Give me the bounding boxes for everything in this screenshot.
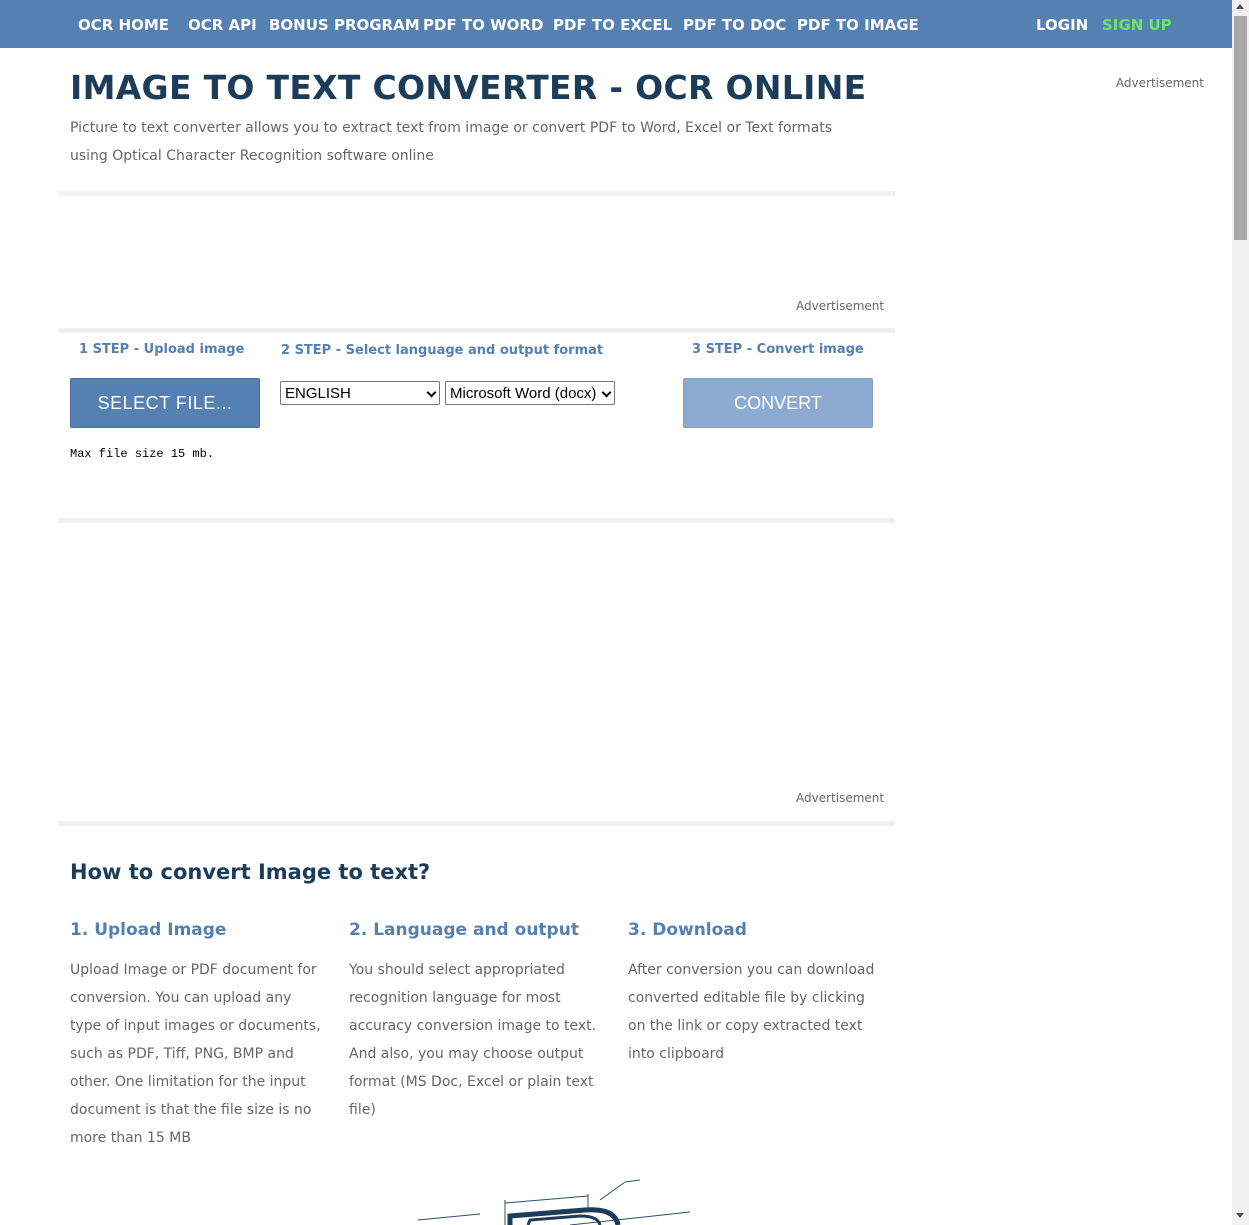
howto-step3-title: 3. Download <box>628 920 747 940</box>
chevron-down-icon <box>426 387 437 398</box>
divider <box>58 191 895 196</box>
nav-pdf-to-excel[interactable]: PDF TO EXCEL <box>553 16 672 34</box>
howto-step2-title: 2. Language and output <box>349 920 579 940</box>
language-select[interactable]: ENGLISH <box>280 381 440 405</box>
top-ad-label: Advertisement <box>796 299 885 313</box>
nav-ocr-api[interactable]: OCR API <box>188 16 257 34</box>
howto-step2-text: You should select appropriated recogniti… <box>349 962 597 1118</box>
divider <box>58 328 895 333</box>
nav-bonus-program[interactable]: BONUS PROGRAM <box>269 16 420 34</box>
output-format-select[interactable]: Microsoft Word (docx) <box>445 381 615 405</box>
howto-step1-title: 1. Upload Image <box>70 920 227 940</box>
signup-link[interactable]: SIGN UP <box>1102 16 1172 34</box>
howto-step1-text: Upload Image or PDF document for convers… <box>70 962 321 1146</box>
vertical-scrollbar[interactable] <box>1232 0 1249 1225</box>
nav-pdf-to-word[interactable]: PDF TO WORD <box>423 16 543 34</box>
select-file-label: SELECT FILE... <box>97 392 233 413</box>
nav-ocr-home[interactable]: OCR HOME <box>78 16 169 34</box>
side-ad-label: Advertisement <box>1115 76 1204 90</box>
scrollbar-thumb[interactable] <box>1234 16 1247 240</box>
howto-title: How to convert Image to text? <box>70 860 431 884</box>
output-format-value: Microsoft Word (docx) <box>450 384 597 402</box>
scroll-down-arrow-icon[interactable] <box>1236 1213 1244 1218</box>
divider <box>58 518 895 523</box>
top-navigation: OCR HOME OCR API BONUS PROGRAM PDF TO WO… <box>0 0 1232 48</box>
bottom-ad-label: Advertisement <box>796 791 885 805</box>
login-link[interactable]: LOGIN <box>1036 16 1088 34</box>
convert-label: CONVERT <box>734 392 822 413</box>
scroll-up-arrow-icon[interactable] <box>1236 4 1244 9</box>
divider <box>58 821 895 826</box>
page-subtitle: Picture to text converter allows you to … <box>70 120 833 164</box>
technical-drawing-illustration <box>410 1170 690 1225</box>
language-select-value: ENGLISH <box>285 384 351 402</box>
chevron-down-icon <box>601 387 612 398</box>
nav-pdf-to-image[interactable]: PDF TO IMAGE <box>797 16 919 34</box>
step2-title: 2 STEP - Select language and output form… <box>281 343 604 358</box>
step1-title: 1 STEP - Upload image <box>79 342 245 357</box>
convert-button[interactable]: CONVERT <box>683 378 873 428</box>
step3-title: 3 STEP - Convert image <box>692 342 864 357</box>
select-file-button[interactable]: SELECT FILE... <box>70 378 260 428</box>
howto-step3-text: After conversion you can download conver… <box>628 962 875 1062</box>
page-title: IMAGE TO TEXT CONVERTER - OCR ONLINE <box>70 68 867 107</box>
max-file-size-note: Max file size 15 mb. <box>70 447 215 461</box>
nav-pdf-to-doc[interactable]: PDF TO DOC <box>683 16 786 34</box>
